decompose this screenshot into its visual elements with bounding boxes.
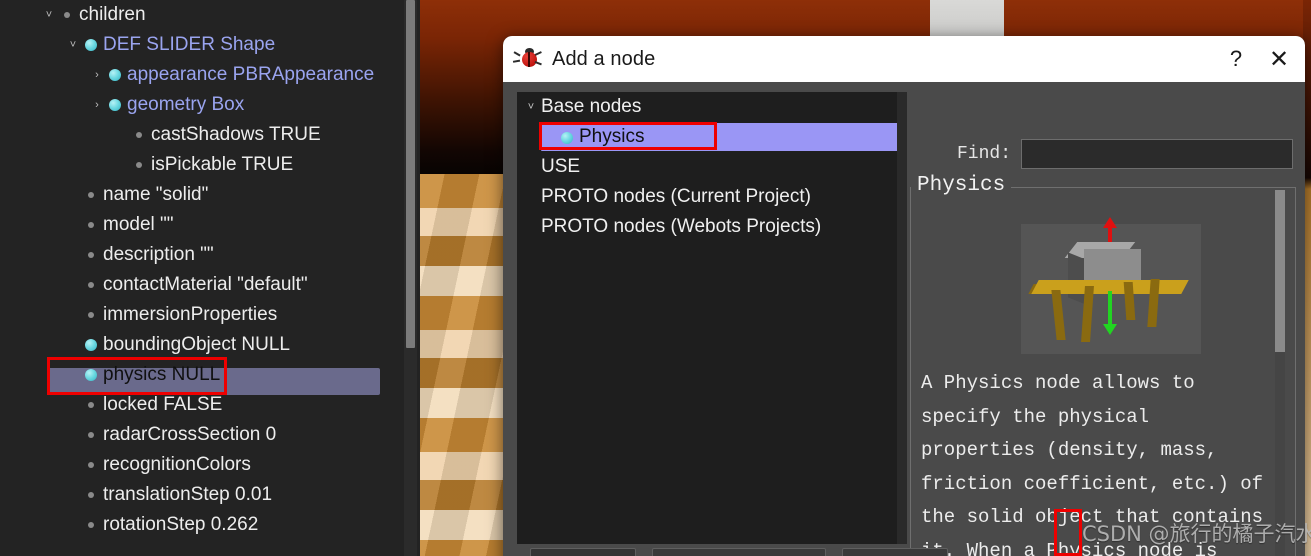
field-dot-icon bbox=[88, 222, 94, 228]
scene-tree-row[interactable]: ˅ children bbox=[0, 0, 420, 30]
cancel-button[interactable]: Cancel bbox=[842, 548, 948, 556]
node-tree-category[interactable]: USE bbox=[517, 152, 907, 182]
scene-tree-row-label: DEF SLIDER Shape bbox=[103, 34, 276, 55]
node-tree-scrollbar-track[interactable] bbox=[897, 92, 907, 544]
import-button[interactable]: Import... bbox=[652, 548, 826, 556]
field-dot-icon bbox=[88, 402, 94, 408]
node-tree-root-row[interactable]: ˅ Base nodes bbox=[517, 92, 907, 122]
field-dot-icon bbox=[88, 462, 94, 468]
scene-tree-row-label: geometry Box bbox=[127, 94, 245, 115]
table-leg bbox=[1051, 290, 1066, 340]
chevron-right-icon[interactable]: › bbox=[90, 60, 104, 90]
add-button[interactable]: Add bbox=[530, 548, 636, 556]
scene-tree-row-label: contactMaterial "default" bbox=[103, 274, 308, 295]
find-label: Find: bbox=[956, 144, 1011, 164]
find-bar: Find: bbox=[915, 138, 1293, 170]
node-dot-icon bbox=[85, 369, 97, 381]
scene-tree-row-label: rotationStep 0.262 bbox=[103, 514, 259, 535]
node-tree-categories: USE PROTO nodes (Current Project) PROTO no… bbox=[517, 152, 907, 242]
screenshot-root: ˅ children ˅ DEF SLIDER Shape › appearance PB… bbox=[0, 0, 1311, 556]
scene-tree-row[interactable]: model "" bbox=[0, 210, 420, 240]
chevron-down-icon[interactable]: ˅ bbox=[42, 0, 56, 30]
scene-tree-row[interactable]: boundingObject NULL bbox=[0, 330, 420, 360]
node-tree-category[interactable]: PROTO nodes (Current Project) bbox=[517, 182, 907, 212]
scene-tree-row[interactable]: › geometry Box bbox=[0, 90, 420, 120]
scene-tree-row-label: physics NULL bbox=[103, 364, 221, 385]
chevron-right-icon[interactable]: › bbox=[90, 90, 104, 120]
field-dot-icon bbox=[88, 492, 94, 498]
field-dot-icon bbox=[88, 192, 94, 198]
scene-tree-row-label: description "" bbox=[103, 244, 214, 265]
help-button[interactable]: ? bbox=[1219, 46, 1253, 72]
node-tree-category-label: USE bbox=[541, 156, 581, 177]
scene-tree-row[interactable]: castShadows TRUE bbox=[0, 120, 420, 150]
scene-tree-row-label: locked FALSE bbox=[103, 394, 223, 415]
close-icon[interactable]: ✕ bbox=[1253, 36, 1305, 82]
chevron-down-icon[interactable]: ˅ bbox=[66, 30, 80, 60]
node-tree-item-physics[interactable]: Physics bbox=[579, 123, 644, 151]
dialog-body: ˅ Base nodes Physics USE PROTO nodes (Cur… bbox=[503, 82, 1305, 556]
scene-tree-row-label: recognitionColors bbox=[103, 454, 251, 475]
scene-tree-row[interactable]: radarCrossSection 0 bbox=[0, 420, 420, 450]
dialog-title: Add a node bbox=[552, 47, 656, 70]
scene-tree-row[interactable]: contactMaterial "default" bbox=[0, 270, 420, 300]
node-tree-category-label: PROTO nodes (Current Project) bbox=[541, 186, 811, 207]
add-node-dialog: Add a node ? ✕ ˅ Base nodes Physics USE P… bbox=[503, 36, 1305, 556]
table-leg bbox=[1147, 279, 1160, 327]
scene-tree-row[interactable]: rotationStep 0.262 bbox=[0, 510, 420, 540]
node-dot-icon bbox=[109, 69, 121, 81]
scene-tree-row-label: castShadows TRUE bbox=[151, 124, 321, 145]
down-arrow-icon bbox=[1103, 291, 1117, 335]
node-preview-thumbnail bbox=[1021, 217, 1201, 354]
scene-tree-row[interactable]: description "" bbox=[0, 240, 420, 270]
scene-tree-row[interactable]: physics NULL bbox=[0, 360, 420, 390]
csdn-watermark: CSDN @旅行的橘子汽水 bbox=[1082, 522, 1311, 546]
scene-tree-row-label: immersionProperties bbox=[103, 304, 278, 325]
node-dot-icon bbox=[85, 39, 97, 51]
viewport-light-panel bbox=[930, 0, 1004, 37]
description-scrollbar-thumb[interactable] bbox=[1275, 190, 1285, 352]
field-dot-icon bbox=[136, 162, 142, 168]
scene-tree-row[interactable]: ˅ DEF SLIDER Shape bbox=[0, 30, 420, 60]
dialog-titlebar[interactable]: Add a node ? ✕ bbox=[503, 36, 1305, 82]
find-input[interactable] bbox=[1021, 139, 1293, 169]
scene-tree-row[interactable]: › appearance PBRAppearance bbox=[0, 60, 420, 90]
node-tree-root-label: Base nodes bbox=[541, 96, 642, 117]
node-type-tree[interactable]: ˅ Base nodes Physics USE PROTO nodes (Cur… bbox=[517, 92, 907, 544]
field-dot-icon bbox=[64, 12, 70, 18]
scene-tree-row-label: children bbox=[79, 4, 146, 25]
scene-tree-row-label: boundingObject NULL bbox=[103, 334, 290, 355]
scene-tree-row-label: translationStep 0.01 bbox=[103, 484, 273, 505]
scene-tree-row[interactable]: isPickable TRUE bbox=[0, 150, 420, 180]
scene-tree-row-label: model "" bbox=[103, 214, 174, 235]
scene-tree-row-label: appearance PBRAppearance bbox=[127, 64, 375, 85]
node-dot-icon bbox=[109, 99, 121, 111]
scene-tree-scrollbar-thumb[interactable] bbox=[406, 0, 415, 348]
node-details-title: Physics bbox=[911, 174, 1012, 197]
scene-tree-row-label: radarCrossSection 0 bbox=[103, 424, 277, 445]
scene-tree-row-label: isPickable TRUE bbox=[151, 154, 294, 175]
chevron-down-icon[interactable]: ˅ bbox=[524, 92, 538, 122]
scene-tree-row-label: name "solid" bbox=[103, 184, 209, 205]
webots-bug-icon bbox=[512, 48, 542, 70]
scene-tree-rows: ˅ children ˅ DEF SLIDER Shape › appearance PB… bbox=[0, 0, 420, 540]
field-dot-icon bbox=[136, 132, 142, 138]
field-dot-icon bbox=[88, 522, 94, 528]
scene-tree-panel[interactable]: ˅ children ˅ DEF SLIDER Shape › appearance PB… bbox=[0, 0, 420, 556]
scene-tree-row[interactable]: name "solid" bbox=[0, 180, 420, 210]
field-dot-icon bbox=[88, 282, 94, 288]
scene-tree-row[interactable]: recognitionColors bbox=[0, 450, 420, 480]
node-tree-category-label: PROTO nodes (Webots Projects) bbox=[541, 216, 822, 237]
node-dot-icon bbox=[85, 339, 97, 351]
node-tree-category[interactable]: PROTO nodes (Webots Projects) bbox=[517, 212, 907, 242]
field-dot-icon bbox=[88, 312, 94, 318]
scene-tree-row[interactable]: immersionProperties bbox=[0, 300, 420, 330]
field-dot-icon bbox=[88, 432, 94, 438]
node-dot-icon bbox=[561, 132, 573, 144]
scene-tree-row[interactable]: locked FALSE bbox=[0, 390, 420, 420]
field-dot-icon bbox=[88, 252, 94, 258]
scene-tree-row[interactable]: translationStep 0.01 bbox=[0, 480, 420, 510]
